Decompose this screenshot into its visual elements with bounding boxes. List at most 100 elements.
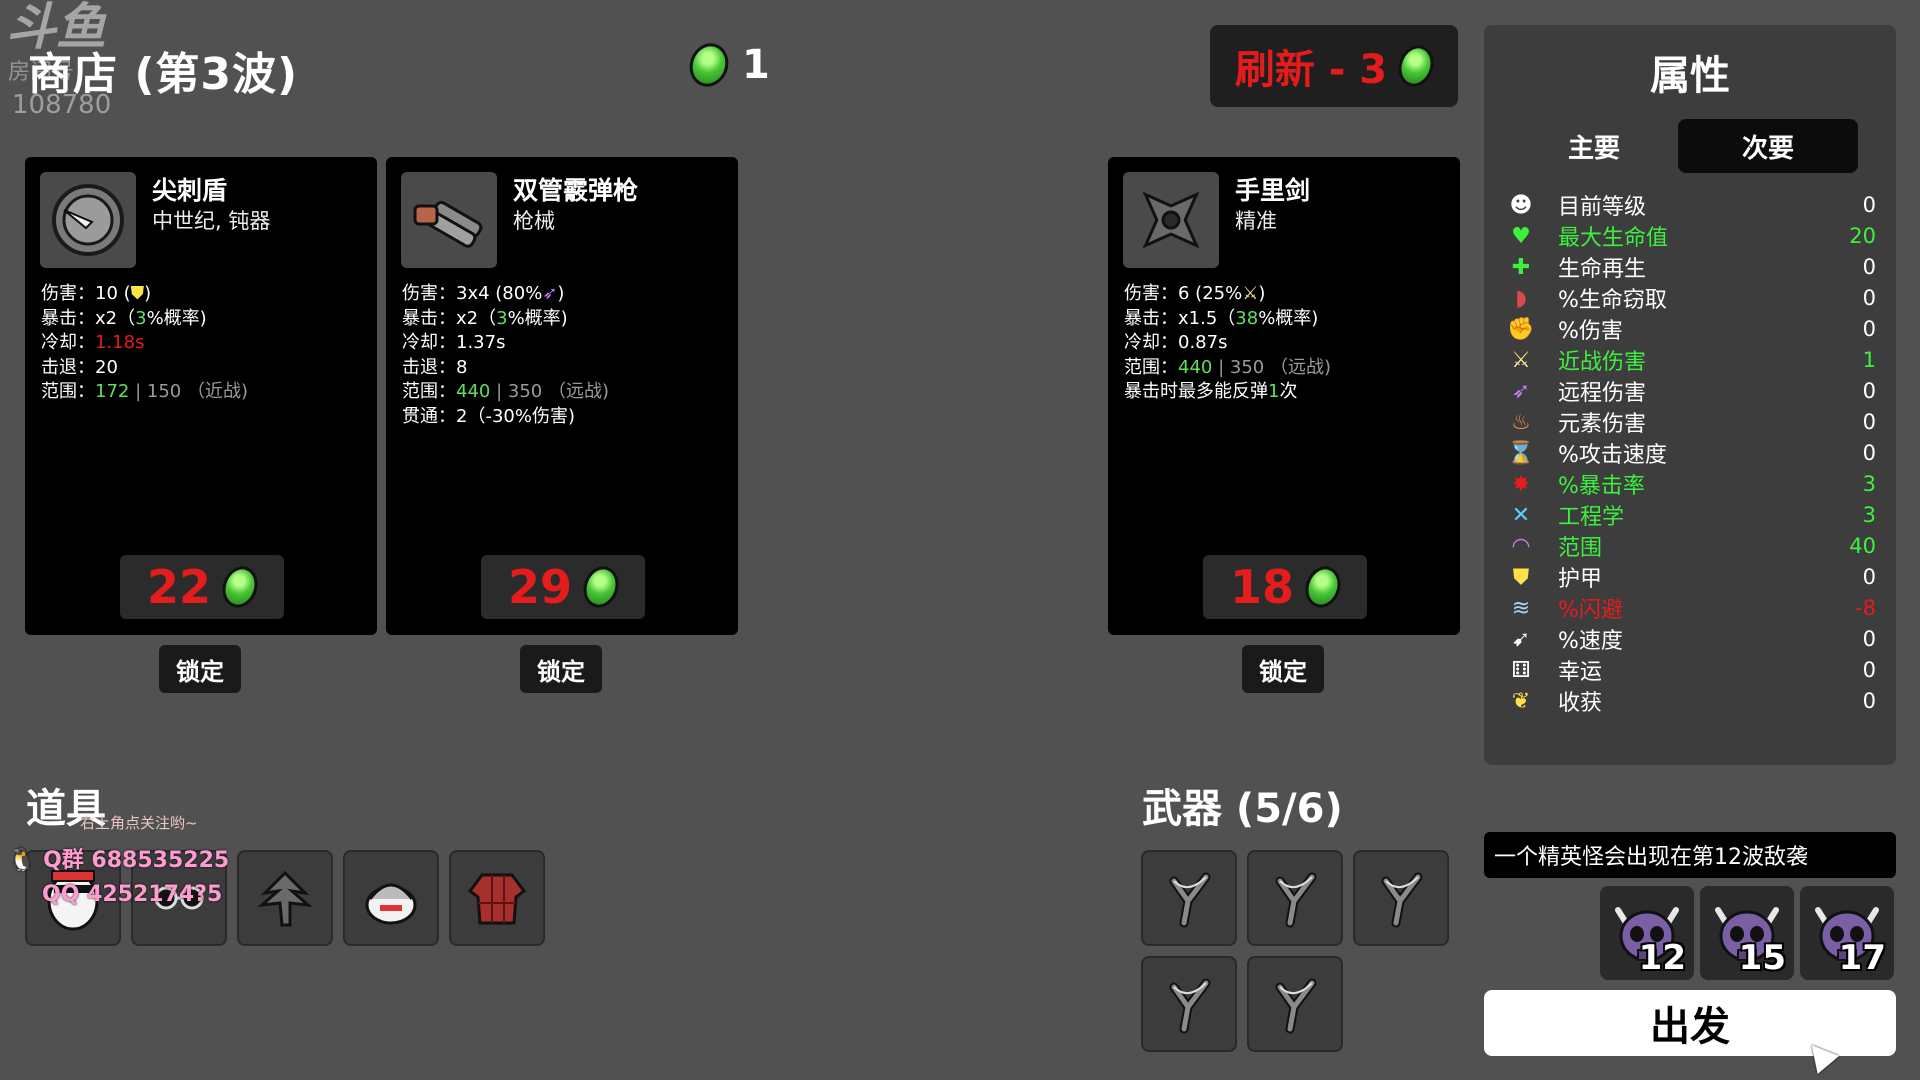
stat-value: 0 [1862, 255, 1876, 279]
refresh-label: 刷新 - 3 [1234, 47, 1388, 93]
materials-counter: 1 [683, 37, 770, 93]
stat-value: 40 [1849, 534, 1876, 558]
slingshot-icon[interactable] [1247, 850, 1343, 946]
tab-primary[interactable]: 主要 [1504, 119, 1684, 173]
stat-value: 0 [1862, 689, 1876, 713]
level-icon: ☻ [1509, 192, 1533, 218]
price-value: 29 [507, 560, 572, 614]
stat-name: 生命再生 [1558, 257, 1647, 282]
helmet-item-icon[interactable] [343, 850, 439, 946]
plaid-shirt-item-icon[interactable] [449, 850, 545, 946]
stat-value: 0 [1862, 286, 1876, 310]
weapon-name: 尖刺盾 [152, 176, 228, 205]
elite-wave-slot: 15 [1700, 886, 1794, 980]
stat-name: %攻击速度 [1558, 443, 1667, 468]
stat-line-range: 范围：440 | 350 （远战) [402, 381, 609, 402]
tab-secondary[interactable]: 次要 [1678, 119, 1858, 173]
materials-count: 1 [742, 42, 770, 88]
weapon-name: 双管霰弹枪 [513, 176, 639, 205]
stat-name: 范围 [1558, 536, 1603, 561]
stat-row[interactable]: ⚔ 近战伤害 1 [1506, 345, 1876, 376]
armor-icon: ⛊ [1512, 564, 1530, 590]
stat-row[interactable]: ✊ %伤害 0 [1506, 314, 1876, 345]
panel-title: 属性 [1650, 53, 1730, 99]
stat-name: %生命窃取 [1558, 288, 1667, 313]
elemental-damage-icon: ♨ [1511, 409, 1531, 435]
melee-damage-icon: ⚔ [1242, 283, 1259, 304]
weapons-title: 武器 (5/6) [1142, 786, 1343, 832]
stat-row[interactable]: ◠ 范围 40 [1506, 531, 1876, 562]
stat-name: 幸运 [1558, 660, 1603, 685]
weapon-name: 手里剑 [1235, 176, 1311, 205]
tree-item-icon[interactable] [237, 850, 333, 946]
stat-line-cooldown: 冷却：1.37s [402, 332, 506, 353]
stat-name: %速度 [1558, 629, 1623, 654]
stat-line-damage: 伤害：3x4 (80%➶) [402, 283, 565, 304]
price-value: 22 [146, 560, 211, 614]
shop-card-shuriken[interactable]: 手里剑 精准 伤害：6 (25%⚔) 暴击：x1.5（38%概率) 冷却：0.8… [1108, 157, 1460, 635]
ranged-damage-icon: ➶ [542, 283, 558, 304]
stat-row[interactable]: ✸ %暴击率 3 [1506, 469, 1876, 500]
elite-wave-slot: 17 [1800, 886, 1894, 980]
stat-value: 1 [1862, 348, 1876, 372]
qq-number-overlay: QQ 4252174?5 [42, 882, 223, 907]
weapon-type: 中世纪, 钝器 [152, 209, 271, 233]
stat-name: %暴击率 [1558, 474, 1645, 499]
stat-row[interactable]: ✕ 工程学 3 [1506, 500, 1876, 531]
stat-line-knockback: 击退：8 [402, 356, 468, 378]
stat-row[interactable]: ⌛ %攻击速度 0 [1506, 438, 1876, 469]
stat-value: 0 [1862, 627, 1876, 651]
ranged-damage-icon: ➶ [1511, 378, 1531, 404]
shop-card-spiked-shield[interactable]: 尖刺盾 中世纪, 钝器 伤害：10 (⛊) 暴击：x2（3%概率) 冷却：1.1… [25, 157, 377, 635]
stat-line-knockback: 击退：20 [41, 356, 118, 378]
weapon-stats: 伤害：10 (⛊) 暴击：x2（3%概率) 冷却：1.18s 击退：20 范围：… [41, 282, 248, 405]
stat-row[interactable]: ➶ 远程伤害 0 [1506, 376, 1876, 407]
refresh-button[interactable]: 刷新 - 3 [1210, 25, 1458, 107]
stat-line-crit: 暴击：x2（3%概率) [41, 307, 207, 329]
wave-number: 12 [1638, 938, 1686, 978]
lock-button-shuriken[interactable]: 锁定 [1242, 645, 1324, 693]
slingshot-icon[interactable] [1247, 956, 1343, 1052]
price-tag[interactable]: 18 [1203, 555, 1367, 619]
stat-name: 远程伤害 [1558, 381, 1647, 406]
stat-name: 元素伤害 [1558, 412, 1647, 437]
material-icon [1299, 561, 1347, 613]
stat-line-crit: 暴击：x1.5（38%概率) [1124, 307, 1319, 329]
stat-row[interactable]: ≋ %闪避 -8 [1506, 593, 1876, 624]
stat-line-damage: 伤害：6 (25%⚔) [1124, 283, 1266, 304]
stream-follow-note: 右上角点关注哟~ [80, 814, 198, 832]
engineering-icon: ✕ [1511, 502, 1531, 528]
stat-row[interactable]: ➹ %速度 0 [1506, 624, 1876, 655]
stat-line-bounce: 暴击时最多能反弹1次 [1124, 381, 1298, 402]
stat-row[interactable]: ◗ %生命窃取 0 [1506, 283, 1876, 314]
stat-row[interactable]: ❦ 收获 0 [1506, 686, 1876, 717]
stat-row[interactable]: ✚ 生命再生 0 [1506, 252, 1876, 283]
shop-title: 商店 (第3波) [28, 49, 299, 100]
stat-name: %闪避 [1558, 598, 1623, 623]
price-value: 18 [1229, 560, 1294, 614]
slingshot-icon[interactable] [1141, 956, 1237, 1052]
wave-number: 15 [1738, 938, 1786, 978]
melee-damage-icon: ⚔ [1511, 347, 1531, 373]
price-tag[interactable]: 29 [481, 555, 645, 619]
stat-value: 0 [1862, 658, 1876, 682]
lock-button-double-barrel-shotgun[interactable]: 锁定 [520, 645, 602, 693]
slingshot-icon[interactable] [1353, 850, 1449, 946]
go-button[interactable]: 出发 [1484, 990, 1896, 1056]
double-barrel-shotgun-icon [401, 172, 497, 268]
stat-row[interactable]: ♨ 元素伤害 0 [1506, 407, 1876, 438]
stat-row[interactable]: ♥ 最大生命值 20 [1506, 221, 1876, 252]
stat-value: 0 [1862, 565, 1876, 589]
stat-row[interactable]: ⚅ 幸运 0 [1506, 655, 1876, 686]
stat-row[interactable]: ☻ 目前等级 0 [1506, 190, 1876, 221]
stat-row[interactable]: ⛊ 护甲 0 [1506, 562, 1876, 593]
luck-icon: ⚅ [1511, 657, 1531, 683]
price-tag[interactable]: 22 [120, 555, 284, 619]
slingshot-icon[interactable] [1141, 850, 1237, 946]
stat-line-cooldown: 冷却：0.87s [1124, 332, 1228, 353]
wave-number: 17 [1838, 938, 1886, 978]
shop-card-double-barrel-shotgun[interactable]: 双管霰弹枪 枪械 伤害：3x4 (80%➶) 暴击：x2（3%概率) 冷却：1.… [386, 157, 738, 635]
stat-value: 0 [1862, 410, 1876, 434]
penguin-icon: 🐧 [8, 848, 44, 873]
lock-button-spiked-shield[interactable]: 锁定 [159, 645, 241, 693]
